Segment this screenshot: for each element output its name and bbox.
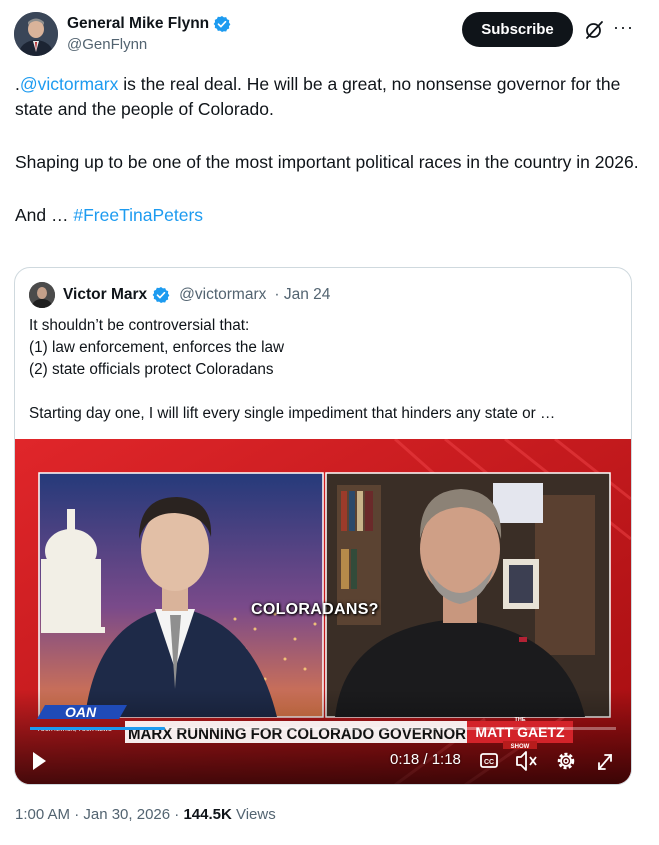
verified-badge-icon (213, 15, 231, 33)
video-caption: COLORADANS? (251, 601, 379, 618)
quoted-line: It shouldn’t be controversial that: (29, 317, 250, 334)
tweet-header: General Mike Flynn @GenFlynn Subscribe ·… (14, 12, 645, 58)
subscribe-button[interactable]: Subscribe (462, 12, 573, 47)
quoted-author-avatar (29, 282, 55, 308)
quoted-line: (2) state officials protect Coloradans (29, 361, 274, 378)
quoted-date: · Jan 24 (274, 286, 331, 303)
captions-label: CC (484, 759, 494, 766)
tweet-timestamp[interactable]: 1:00 AM · Jan 30, 2026 · (15, 806, 183, 823)
views-label: Views (231, 806, 276, 823)
author-name[interactable]: General Mike Flynn (67, 15, 209, 33)
quoted-tweet-header: Victor Marx @victormarx · Jan 24 (29, 282, 330, 308)
verified-badge-icon (152, 286, 170, 304)
quoted-tweet-text: It shouldn’t be controversial that: (1) … (29, 315, 629, 425)
quoted-author-handle: @victormarx (179, 286, 267, 303)
tweet-text-3: And … (15, 205, 74, 225)
tweet-body: .@victormarx is the real deal. He will b… (15, 72, 640, 228)
tweet-paragraph-1: .@victormarx is the real deal. He will b… (15, 72, 640, 122)
video-time: 0:18 / 1:18 (390, 751, 461, 768)
quoted-author-name: Victor Marx (63, 286, 148, 303)
views-count: 144.5K (183, 806, 232, 823)
show-prefix: THE (515, 717, 526, 723)
quoted-line: Starting day one, I will lift every sing… (29, 405, 556, 422)
more-options-icon[interactable]: ··· (613, 18, 635, 40)
show-name: MATT GAETZ (475, 724, 565, 740)
tweet-paragraph-2: Shaping up to be one of the most importa… (15, 152, 639, 172)
hashtag-link[interactable]: #FreeTinaPeters (73, 205, 203, 225)
progress-fill (30, 727, 165, 730)
quoted-line: (1) law enforcement, enforces the law (29, 339, 285, 356)
author-info: General Mike Flynn @GenFlynn (67, 15, 231, 53)
show-suffix: SHOW (511, 744, 530, 750)
oan-logo-text: OAN (65, 704, 97, 720)
video-player[interactable]: OAN YOUR NATION, YOUR NEWS MARX RUNNING … (15, 439, 631, 784)
author-handle[interactable]: @GenFlynn (67, 36, 231, 53)
tweet-paragraph-3: And … #FreeTinaPeters (15, 203, 640, 228)
grok-icon[interactable] (584, 20, 604, 40)
author-avatar[interactable] (14, 12, 58, 56)
quoted-tweet[interactable]: Victor Marx @victormarx · Jan 24 It shou… (14, 267, 632, 785)
tweet-meta: 1:00 AM · Jan 30, 2026 · 144.5K Views (15, 806, 276, 823)
mention-link[interactable]: @victormarx (20, 74, 118, 94)
